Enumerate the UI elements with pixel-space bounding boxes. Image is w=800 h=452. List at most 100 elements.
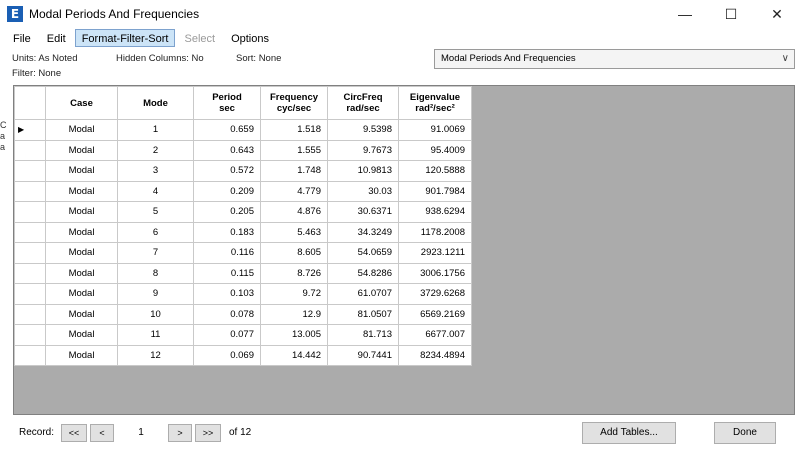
grid-cell[interactable]: 1178.2008: [398, 221, 472, 243]
close-button[interactable]: ✕: [754, 0, 800, 28]
grid-cell[interactable]: 0.116: [193, 242, 261, 264]
grid-cell[interactable]: 3006.1756: [398, 262, 472, 284]
grid-cell[interactable]: 2: [117, 139, 194, 161]
grid-cell[interactable]: 91.0069: [398, 119, 472, 141]
row-selector-cell[interactable]: [14, 160, 46, 182]
grid-cell[interactable]: 9.5398: [327, 119, 399, 141]
table-row[interactable]: Modal 4 0.209 4.779 30.03 901.7984: [14, 180, 472, 202]
grid-cell[interactable]: 0.659: [193, 119, 261, 141]
grid-cell[interactable]: 1.555: [260, 139, 328, 161]
grid-cell[interactable]: 8: [117, 262, 194, 284]
grid-cell[interactable]: Modal: [45, 262, 118, 284]
col-header-circfreq[interactable]: CircFreq rad/sec: [327, 86, 399, 120]
grid-cell[interactable]: 81.713: [327, 324, 399, 346]
grid-cell[interactable]: 0.103: [193, 283, 261, 305]
menu-file[interactable]: File: [6, 29, 38, 47]
grid-cell[interactable]: 3: [117, 160, 194, 182]
grid-cell[interactable]: 2923.1211: [398, 242, 472, 264]
row-selector-cell[interactable]: [14, 201, 46, 223]
grid-cell[interactable]: 0.183: [193, 221, 261, 243]
grid-cell[interactable]: 9.72: [260, 283, 328, 305]
grid-cell[interactable]: 11: [117, 324, 194, 346]
grid-cell[interactable]: 10.9813: [327, 160, 399, 182]
grid-cell[interactable]: Modal: [45, 139, 118, 161]
table-row[interactable]: Modal 6 0.183 5.463 34.3249 1178.2008: [14, 221, 472, 243]
grid-cell[interactable]: 34.3249: [327, 221, 399, 243]
menu-format-filter-sort[interactable]: Format-Filter-Sort: [74, 28, 176, 47]
grid-cell[interactable]: 30.6371: [327, 201, 399, 223]
grid-cell[interactable]: 4: [117, 180, 194, 202]
grid-cell[interactable]: Modal: [45, 221, 118, 243]
row-selector-cell[interactable]: [14, 344, 46, 366]
grid-cell[interactable]: 4.779: [260, 180, 328, 202]
table-row[interactable]: Modal 7 0.116 8.605 54.0659 2923.1211: [14, 242, 472, 264]
grid-cell[interactable]: 13.005: [260, 324, 328, 346]
done-button[interactable]: Done: [714, 422, 776, 444]
grid-cell[interactable]: 0.069: [193, 344, 261, 366]
table-row[interactable]: Modal 5 0.205 4.876 30.6371 938.6294: [14, 201, 472, 223]
row-selector-cell[interactable]: [14, 242, 46, 264]
menu-options[interactable]: Options: [224, 29, 276, 47]
grid-cell[interactable]: 0.077: [193, 324, 261, 346]
grid-cell[interactable]: 901.7984: [398, 180, 472, 202]
grid-cell[interactable]: Modal: [45, 242, 118, 264]
add-tables-button[interactable]: Add Tables...: [582, 422, 676, 444]
col-header-mode[interactable]: Mode: [117, 86, 194, 120]
first-record-button[interactable]: <<: [61, 424, 87, 442]
grid-cell[interactable]: 8.605: [260, 242, 328, 264]
grid-cell[interactable]: 120.5888: [398, 160, 472, 182]
grid-cell[interactable]: Modal: [45, 180, 118, 202]
grid-cell[interactable]: 9: [117, 283, 194, 305]
grid-cell[interactable]: Modal: [45, 324, 118, 346]
grid-cell[interactable]: 10: [117, 303, 194, 325]
menu-edit[interactable]: Edit: [40, 29, 73, 47]
row-selector-cell[interactable]: [14, 221, 46, 243]
table-row[interactable]: Modal 3 0.572 1.748 10.9813 120.5888: [14, 160, 472, 182]
grid-cell[interactable]: 6: [117, 221, 194, 243]
maximize-button[interactable]: ☐: [708, 0, 754, 28]
grid-cell[interactable]: 938.6294: [398, 201, 472, 223]
grid-cell[interactable]: 5: [117, 201, 194, 223]
grid-cell[interactable]: 0.078: [193, 303, 261, 325]
grid-cell[interactable]: 61.0707: [327, 283, 399, 305]
table-row[interactable]: Modal 11 0.077 13.005 81.713 6677.007: [14, 324, 472, 346]
grid-cell[interactable]: 5.463: [260, 221, 328, 243]
next-record-button[interactable]: >: [168, 424, 192, 442]
col-header-period[interactable]: Period sec: [193, 86, 261, 120]
grid-cell[interactable]: 1.748: [260, 160, 328, 182]
table-row[interactable]: ▶ Modal 1 0.659 1.518 9.5398 91.0069: [14, 119, 472, 141]
grid-cell[interactable]: 9.7673: [327, 139, 399, 161]
row-selector-cell[interactable]: [14, 139, 46, 161]
table-row[interactable]: Modal 2 0.643 1.555 9.7673 95.4009: [14, 139, 472, 161]
grid-cell[interactable]: 3729.6268: [398, 283, 472, 305]
grid-cell[interactable]: Modal: [45, 119, 118, 141]
grid-cell[interactable]: 54.8286: [327, 262, 399, 284]
grid-cell[interactable]: 1: [117, 119, 194, 141]
grid-cell[interactable]: Modal: [45, 201, 118, 223]
grid-cell[interactable]: 0.572: [193, 160, 261, 182]
table-row[interactable]: Modal 12 0.069 14.442 90.7441 8234.4894: [14, 344, 472, 366]
minimize-button[interactable]: —: [662, 0, 708, 28]
prev-record-button[interactable]: <: [90, 424, 114, 442]
grid-cell[interactable]: 90.7441: [327, 344, 399, 366]
grid-cell[interactable]: 0.209: [193, 180, 261, 202]
data-grid-area[interactable]: Case Mode Period sec Frequency cyc/sec Cir…: [13, 85, 795, 415]
grid-cell[interactable]: 0.205: [193, 201, 261, 223]
col-header-frequency[interactable]: Frequency cyc/sec: [260, 86, 328, 120]
grid-cell[interactable]: 7: [117, 242, 194, 264]
grid-cell[interactable]: 8234.4894: [398, 344, 472, 366]
col-header-eigenvalue[interactable]: Eigenvalue rad²/sec²: [398, 86, 472, 120]
col-header-case[interactable]: Case: [45, 86, 118, 120]
grid-cell[interactable]: 4.876: [260, 201, 328, 223]
table-row[interactable]: Modal 10 0.078 12.9 81.0507 6569.2169: [14, 303, 472, 325]
row-selector-cell[interactable]: [14, 303, 46, 325]
last-record-button[interactable]: >>: [195, 424, 221, 442]
grid-cell[interactable]: Modal: [45, 283, 118, 305]
grid-cell[interactable]: 6569.2169: [398, 303, 472, 325]
grid-cell[interactable]: Modal: [45, 160, 118, 182]
grid-cell[interactable]: 12.9: [260, 303, 328, 325]
table-row[interactable]: Modal 9 0.103 9.72 61.0707 3729.6268: [14, 283, 472, 305]
grid-corner-cell[interactable]: [14, 86, 46, 120]
row-selector-cell[interactable]: [14, 262, 46, 284]
grid-cell[interactable]: Modal: [45, 344, 118, 366]
